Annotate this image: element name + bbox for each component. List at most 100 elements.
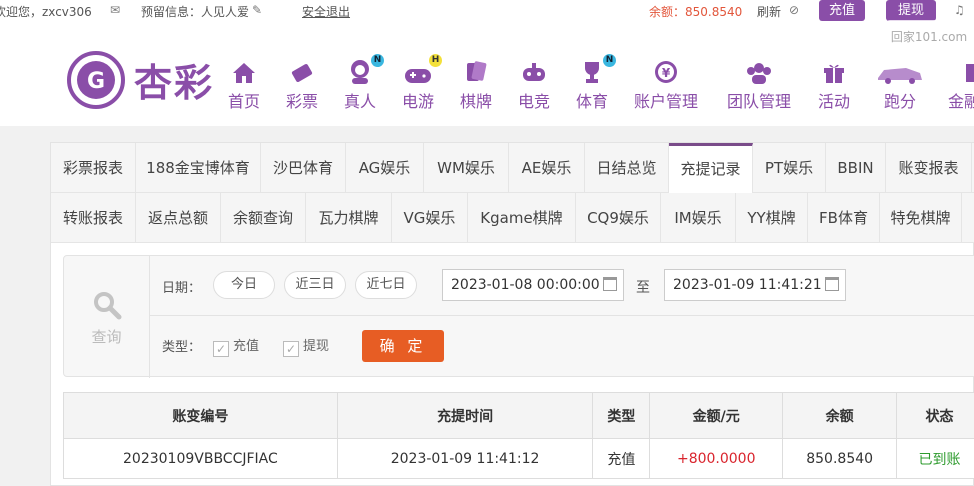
column-header: 金额/元	[649, 392, 784, 439]
nav-chess[interactable]: 棋牌	[460, 58, 492, 112]
tab-ag[interactable]: AG娱乐	[346, 143, 424, 193]
nav-running[interactable]: 跑分	[876, 58, 924, 112]
ticket-icon	[286, 58, 318, 84]
refresh-link[interactable]: 刷新	[757, 3, 781, 20]
headset-icon[interactable]: ♫	[954, 3, 965, 17]
tab-daily-summary[interactable]: 日结总览	[585, 143, 669, 193]
tab-deposit-withdraw-records[interactable]: 充提记录	[669, 143, 753, 193]
logo-emblem-icon[interactable]: G	[66, 50, 126, 114]
column-header: 余额	[782, 392, 898, 439]
nav-label: 棋牌	[460, 92, 493, 111]
amount-cell: +800.0000	[649, 438, 784, 479]
nav-account[interactable]: ¥ 账户管理	[634, 58, 698, 112]
tab-bbin[interactable]: BBIN	[826, 143, 886, 193]
tab-cq9[interactable]: CQ9娱乐	[576, 193, 661, 243]
end-date-value: 2023-01-09 11:41:21	[673, 277, 822, 293]
badge-new: N	[371, 54, 384, 67]
tab-saba[interactable]: 沙巴体育	[261, 143, 346, 193]
tab-wm[interactable]: WM娱乐	[424, 143, 509, 193]
deposit-checkbox[interactable]: ✓ 充值	[213, 335, 259, 357]
nav-label: 体育	[576, 92, 609, 111]
yen-coin-icon: ¥	[634, 58, 698, 84]
edit-icon[interactable]: ✎	[252, 3, 262, 17]
tab-transfer-report[interactable]: 转账报表	[51, 193, 136, 243]
start-date-value: 2023-01-08 00:00:00	[451, 277, 600, 293]
tab-rebate-total[interactable]: 返点总额	[136, 193, 221, 243]
tab-kgame[interactable]: Kgame棋牌	[468, 193, 576, 243]
order-id-cell: 20230109VBBCCJFIAC	[63, 438, 338, 479]
last-7-days-button[interactable]: 近七日	[355, 271, 417, 299]
today-button[interactable]: 今日	[213, 271, 275, 299]
svg-text:¥: ¥	[662, 66, 671, 80]
date-label: 日期：	[162, 281, 202, 296]
column-header: 充提时间	[336, 392, 594, 439]
tab-ae[interactable]: AE娱乐	[509, 143, 585, 193]
calendar-icon	[603, 277, 617, 291]
logo-text[interactable]: 杏彩	[134, 52, 214, 107]
nav-esports[interactable]: 电竞	[518, 58, 550, 112]
nav-home[interactable]: 首页	[228, 58, 260, 112]
nav-team[interactable]: 团队管理	[727, 58, 791, 112]
tab-vg[interactable]: VG娱乐	[392, 193, 468, 243]
eye-slash-icon[interactable]: ⊘	[789, 3, 799, 17]
nav-label: 彩票	[286, 92, 319, 111]
table-row: 20230109VBBCCJFIAC 2023-01-09 11:41:12 充…	[63, 438, 974, 479]
tab-pt[interactable]: PT娱乐	[753, 143, 826, 193]
to-label: 至	[636, 280, 650, 296]
nav-label: 电游	[402, 92, 435, 111]
svg-text:G: G	[87, 69, 105, 94]
withdraw-checkbox[interactable]: ✓ 提现	[283, 335, 329, 357]
check-icon: ✓	[213, 341, 229, 357]
tab-lottery-report[interactable]: 彩票报表	[51, 143, 136, 193]
withdraw-button[interactable]: 提现	[886, 0, 936, 21]
nav-finance[interactable]: 金融	[948, 58, 974, 112]
mail-icon[interactable]: ✉	[110, 3, 120, 17]
start-date-input[interactable]: 2023-01-08 00:00:00	[442, 269, 624, 301]
esports-icon	[518, 58, 550, 84]
deposit-button[interactable]: 充值	[819, 0, 865, 21]
welcome-text: 欢迎您，zxcv306	[0, 5, 92, 19]
withdraw-checkbox-label: 提现	[303, 339, 330, 354]
nav-label: 跑分	[883, 92, 916, 111]
team-icon	[727, 58, 791, 84]
check-icon: ✓	[283, 341, 299, 357]
time-cell: 2023-01-09 11:41:12	[336, 438, 594, 479]
tab-temian[interactable]: 特免棋牌	[880, 193, 962, 243]
table-header-row: 账变编号 充提时间 类型 金额/元 余额 状态	[63, 392, 974, 439]
search-icon	[93, 292, 121, 320]
badge-hot: H	[429, 54, 442, 67]
nav-sports[interactable]: N 体育	[576, 54, 616, 112]
calendar-icon	[825, 277, 839, 291]
column-header: 类型	[592, 392, 651, 439]
confirm-button[interactable]: 确 定	[362, 330, 444, 362]
tab-188[interactable]: 188金宝博体育	[136, 143, 261, 193]
logout-link[interactable]: 安全退出	[302, 3, 350, 20]
tab-yy[interactable]: YY棋牌	[736, 193, 808, 243]
cards-icon	[460, 58, 492, 84]
end-date-input[interactable]: 2023-01-09 11:41:21	[664, 269, 846, 301]
nav-lottery[interactable]: 彩票	[286, 58, 318, 112]
column-header: 状态	[896, 392, 974, 439]
report-panel: 彩票报表 188金宝博体育 沙巴体育 AG娱乐 WM娱乐 AE娱乐 日结总览 充…	[50, 142, 974, 486]
nav-egames[interactable]: H 电游	[402, 54, 442, 112]
tabs-row-2: 转账报表 返点总额 余额查询 瓦力棋牌 VG娱乐 Kgame棋牌 CQ9娱乐 I…	[51, 193, 974, 243]
nav-label: 真人	[344, 92, 377, 111]
tab-fb[interactable]: FB体育	[808, 193, 880, 243]
tab-balance-change-report[interactable]: 账变报表	[886, 143, 972, 193]
nav-label: 电竞	[518, 92, 551, 111]
query-label: 查询	[91, 328, 122, 346]
home-icon	[228, 58, 260, 84]
last-3-days-button[interactable]: 近三日	[284, 271, 346, 299]
nav-live[interactable]: N 真人	[344, 54, 384, 112]
query-search-button[interactable]: 查询	[64, 256, 150, 378]
tab-im[interactable]: IM娱乐	[661, 193, 736, 243]
tab-balance-query[interactable]: 余额查询	[221, 193, 306, 243]
records-table: 账变编号 充提时间 类型 金额/元 余额 状态 20230109VBBCCJFI…	[63, 392, 974, 479]
badge-new: N	[603, 54, 616, 67]
nav-promo[interactable]: 活动	[818, 58, 850, 112]
top-bar: 欢迎您，zxcv306 ✉ 预留信息：人见人爱 ✎ 安全退出 余额：850.85…	[0, 0, 974, 22]
balance-cell: 850.8540	[782, 438, 898, 479]
type-cell: 充值	[592, 438, 651, 479]
tab-wali[interactable]: 瓦力棋牌	[306, 193, 392, 243]
balance-text: 余额：850.8540	[649, 5, 743, 19]
